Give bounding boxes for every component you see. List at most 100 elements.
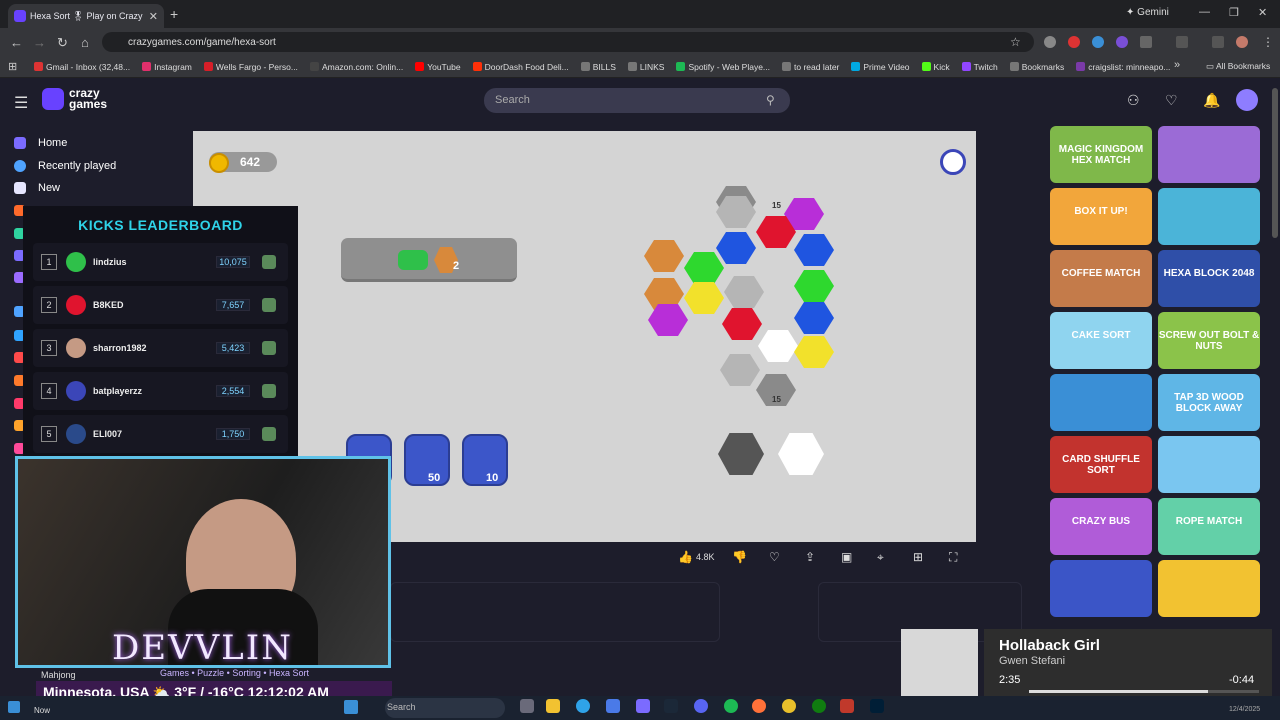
file-explorer-icon[interactable] <box>546 699 560 713</box>
theater-mode-icon[interactable]: ⊞ <box>913 550 923 564</box>
extension-icon[interactable] <box>1092 36 1104 48</box>
notifications-bell-icon[interactable]: 🔔 <box>1203 92 1220 109</box>
windows-start-icon[interactable] <box>344 700 358 714</box>
menu-hamburger-icon[interactable]: ☰ <box>14 93 28 113</box>
game-thumbnail[interactable]: HEXA BLOCK 2048 <box>1158 250 1260 307</box>
game-thumbnail[interactable]: CAKE SORT <box>1050 312 1152 369</box>
game-thumbnail[interactable]: CRAZY BUS <box>1050 498 1152 555</box>
steam-icon[interactable] <box>664 699 678 713</box>
weather-widget-icon[interactable] <box>8 701 20 713</box>
hex-tiles[interactable] <box>644 186 834 406</box>
upload-icon[interactable]: ⇪ <box>805 550 815 564</box>
sidebar-item-home[interactable]: Home <box>14 137 67 149</box>
minimize-icon[interactable]: — <box>1199 6 1210 18</box>
bookmark-item[interactable]: Prime Video <box>851 62 910 72</box>
home-icon[interactable]: ⌂ <box>81 35 89 50</box>
browser-menu-icon[interactable]: ⋮ <box>1262 35 1274 49</box>
bookmark-item[interactable]: BILLS <box>580 62 616 72</box>
game-thumbnail[interactable]: CARD SHUFFLE SORT <box>1050 436 1152 493</box>
bookmark-item[interactable]: Kick <box>921 62 950 72</box>
bookmark-item[interactable]: craigslist: minneapo... <box>1076 62 1170 72</box>
forward-icon[interactable]: → <box>33 35 46 50</box>
game-thumbnail[interactable]: ROPE MATCH <box>1158 498 1260 555</box>
booster-shuffle-button[interactable] <box>462 434 508 486</box>
dislike-icon[interactable]: 👎 <box>732 550 747 564</box>
bookmarks-overflow-icon[interactable]: » <box>1174 59 1180 71</box>
game-thumbnail[interactable] <box>1158 560 1260 617</box>
bookmark-item[interactable]: Bookmarks <box>1009 62 1064 72</box>
browser-tab[interactable]: Hexa Sort 🎖 Play on Crazy ✕ <box>8 4 164 28</box>
chrome-icon[interactable] <box>782 699 796 713</box>
bookmark-item[interactable]: Twitch <box>961 62 998 72</box>
game-thumbnail[interactable]: BOX IT UP! <box>1050 188 1152 245</box>
game-thumbnail[interactable]: SCREW OUT BOLT & NUTS <box>1158 312 1260 369</box>
friends-icon[interactable]: ⚇ <box>1127 92 1140 109</box>
bookmark-item[interactable]: LINKS <box>627 62 664 72</box>
new-tab-icon[interactable]: + <box>170 6 178 22</box>
hex-cell[interactable] <box>724 276 764 308</box>
hex-stack-red[interactable] <box>722 308 762 340</box>
game-thumbnail[interactable]: MAGIC KINGDOM HEX MATCH <box>1050 126 1152 183</box>
game-thumbnail[interactable] <box>1158 436 1260 493</box>
xbox-icon[interactable] <box>812 699 826 713</box>
discord-icon[interactable] <box>694 699 708 713</box>
favorites-heart-icon[interactable]: ♡ <box>1165 92 1178 109</box>
bookmark-star-icon[interactable]: ☆ <box>1010 35 1021 49</box>
firefox-icon[interactable] <box>752 699 766 713</box>
store-icon[interactable] <box>606 699 620 713</box>
apps-grid-icon[interactable]: ⊞ <box>8 60 17 73</box>
game-thumbnail[interactable]: COFFEE MATCH <box>1050 250 1152 307</box>
gemini-button[interactable]: ✦ Gemini <box>1126 7 1169 18</box>
profile-icon[interactable] <box>1236 36 1248 48</box>
share-icon[interactable]: ⌖ <box>877 550 884 565</box>
hex-board[interactable]: 15 15 <box>630 178 850 418</box>
song-progress-bar[interactable] <box>1029 690 1259 693</box>
bookmark-item[interactable]: Instagram <box>142 62 192 72</box>
back-icon[interactable]: ← <box>10 35 23 50</box>
extensions-puzzle-icon[interactable] <box>1140 36 1152 48</box>
game-thumbnail[interactable] <box>1158 126 1260 183</box>
game-thumbnail[interactable] <box>1050 374 1152 431</box>
bookmark-item[interactable]: DoorDash Food Deli... <box>472 62 569 72</box>
photoshop-icon[interactable] <box>870 699 884 713</box>
downloads-icon[interactable] <box>1212 36 1224 48</box>
all-bookmarks-link[interactable]: ▭ All Bookmarks <box>1206 61 1270 72</box>
hex-stack-yellow[interactable] <box>684 282 724 314</box>
bookmark-item[interactable]: Wells Fargo - Perso... <box>203 62 298 72</box>
app-icon[interactable] <box>840 699 854 713</box>
booster-hand-button[interactable] <box>404 434 450 486</box>
game-thumbnail[interactable] <box>1050 560 1152 617</box>
bookmark-item[interactable]: YouTube <box>415 62 461 72</box>
bookmark-item[interactable]: Gmail - Inbox (32,48... <box>34 62 130 72</box>
sidebar-item-recently-played[interactable]: Recently played <box>14 160 116 172</box>
bookmark-item[interactable]: Amazon.com: Onlin... <box>309 62 403 72</box>
sidebar-item-new[interactable]: New <box>14 182 60 194</box>
side-panel-icon[interactable] <box>1176 36 1188 48</box>
copilot-icon[interactable] <box>636 699 650 713</box>
game-thumbnail[interactable]: TAP 3D WOOD BLOCK AWAY <box>1158 374 1260 431</box>
hex-cell[interactable] <box>720 354 760 386</box>
bookmark-item[interactable]: to read later <box>782 62 839 72</box>
settings-gear-icon[interactable] <box>940 149 966 175</box>
hex-stack-green[interactable] <box>794 270 834 302</box>
favorite-heart-icon[interactable]: ♡ <box>769 550 780 564</box>
maximize-icon[interactable]: ❐ <box>1229 6 1239 19</box>
user-avatar[interactable] <box>1236 89 1258 111</box>
page-scrollbar[interactable] <box>1272 88 1278 238</box>
hex-stack-yellow[interactable] <box>794 336 834 368</box>
hex-stack-blue[interactable] <box>794 302 834 334</box>
search-icon[interactable]: ⚲ <box>766 93 775 107</box>
fullscreen-icon[interactable]: ⛶ <box>949 550 957 565</box>
hex-stack-green[interactable] <box>684 252 724 284</box>
extension-icon[interactable] <box>1116 36 1128 48</box>
close-window-icon[interactable]: ✕ <box>1258 6 1267 19</box>
close-tab-icon[interactable]: ✕ <box>149 10 158 23</box>
taskbar-search-input[interactable]: Search <box>385 698 505 718</box>
spotify-icon[interactable] <box>724 699 738 713</box>
hex-stack-wood[interactable] <box>644 240 684 272</box>
game-thumbnail[interactable] <box>1158 188 1260 245</box>
reload-icon[interactable]: ↻ <box>57 35 68 51</box>
extension-icon[interactable] <box>1044 36 1056 48</box>
edge-icon[interactable] <box>576 699 590 713</box>
site-search-input[interactable]: Search <box>484 88 790 113</box>
